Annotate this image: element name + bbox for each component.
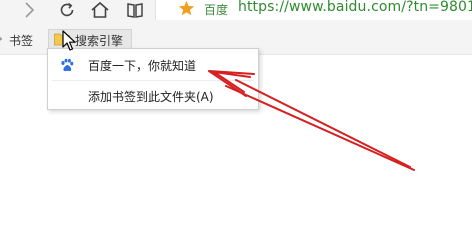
menu-item-baidu[interactable]: 百度一下，你就知道 bbox=[50, 52, 256, 78]
reading-mode-button[interactable] bbox=[125, 0, 145, 20]
browser-toolbar: 百度 https://www.baidu.com/?tn=98010 bbox=[0, 0, 472, 26]
bookmark-folder-search-engines[interactable]: 搜索引擎 bbox=[48, 29, 132, 49]
forward-button[interactable] bbox=[20, 0, 38, 20]
folder-label: 搜索引擎 bbox=[75, 34, 124, 48]
menu-item-label: 百度一下，你就知道 bbox=[88, 59, 197, 73]
menu-divider bbox=[52, 80, 254, 81]
site-name: 百度 bbox=[204, 3, 229, 17]
chevron-icon[interactable]: » bbox=[0, 32, 3, 45]
address-bar[interactable]: 百度 https://www.baidu.com/?tn=98010 bbox=[155, 0, 472, 20]
home-icon bbox=[91, 1, 109, 18]
forward-icon bbox=[25, 2, 35, 18]
browser-window: 百度 https://www.baidu.com/?tn=98010 » 书签 … bbox=[0, 0, 472, 240]
bookmark-folder-menu: 百度一下，你就知道 添加书签到此文件夹(A) bbox=[47, 48, 259, 110]
menu-item-add-bookmark[interactable]: 添加书签到此文件夹(A) bbox=[50, 83, 256, 109]
mouse-cursor-icon bbox=[62, 30, 76, 51]
home-button[interactable] bbox=[89, 0, 111, 20]
book-icon bbox=[127, 3, 143, 18]
reload-button[interactable] bbox=[57, 0, 77, 20]
star-icon[interactable] bbox=[178, 0, 195, 17]
reload-icon bbox=[60, 2, 74, 17]
bookmark-item-bookmarks[interactable]: 书签 bbox=[9, 32, 33, 49]
url-text[interactable]: https://www.baidu.com/?tn=98010 bbox=[238, 0, 472, 15]
menu-item-label: 添加书签到此文件夹(A) bbox=[88, 90, 214, 104]
baidu-paw-icon bbox=[61, 58, 74, 72]
